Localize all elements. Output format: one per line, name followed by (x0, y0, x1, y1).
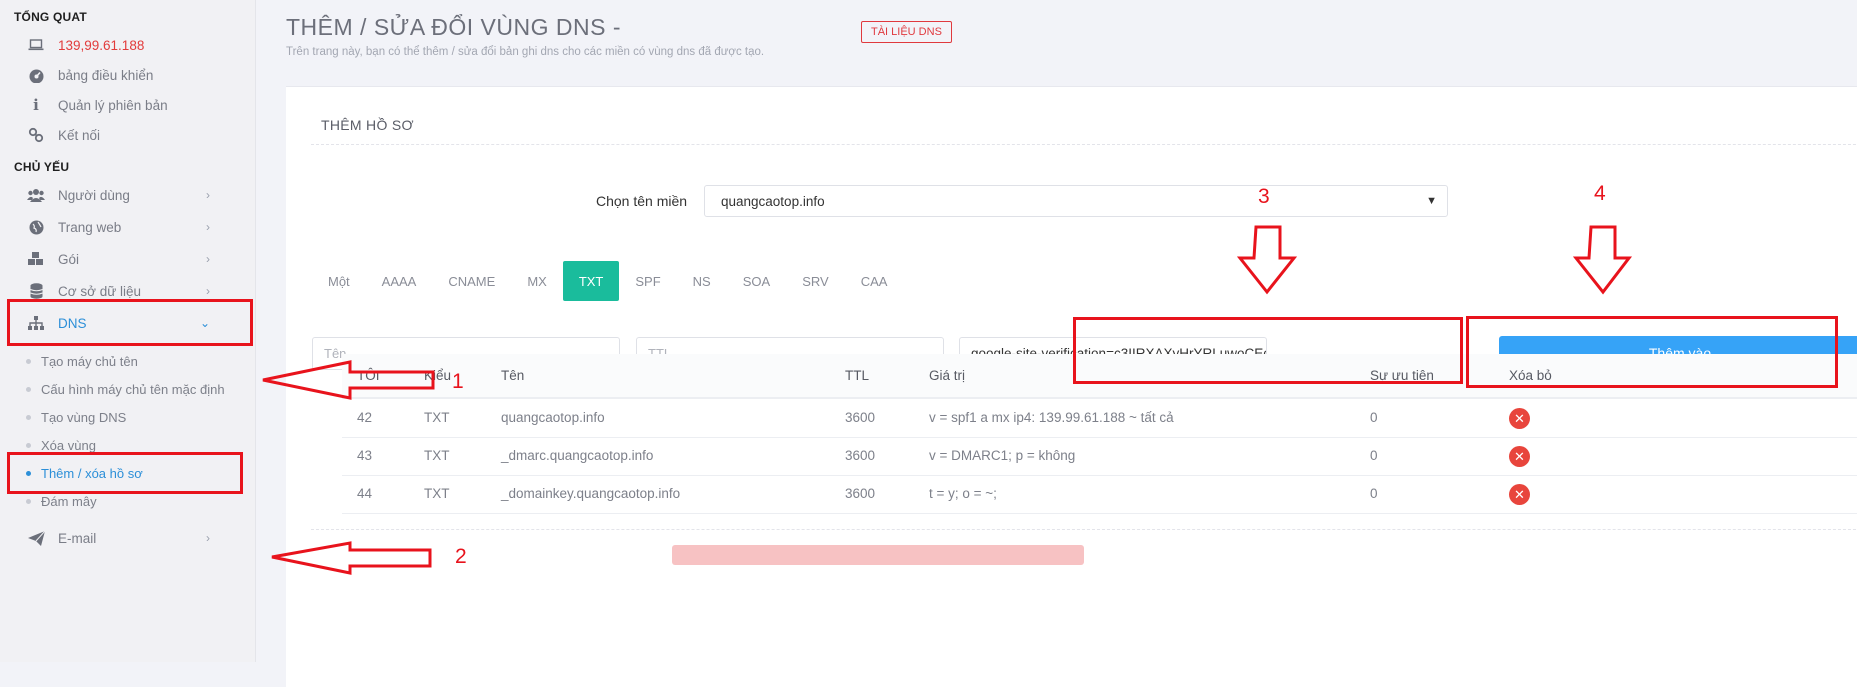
annotation-number: 2 (455, 545, 467, 568)
annotation-number: 1 (452, 370, 464, 393)
arrow-down-icon (1236, 225, 1298, 295)
arrow-down-icon (1572, 225, 1633, 295)
annotation-number: 4 (1594, 182, 1606, 205)
annotation-number: 3 (1258, 185, 1270, 208)
annotation-arrows (262, 225, 1633, 575)
arrow-left-icon (262, 360, 435, 400)
arrow-left-icon (271, 541, 432, 575)
